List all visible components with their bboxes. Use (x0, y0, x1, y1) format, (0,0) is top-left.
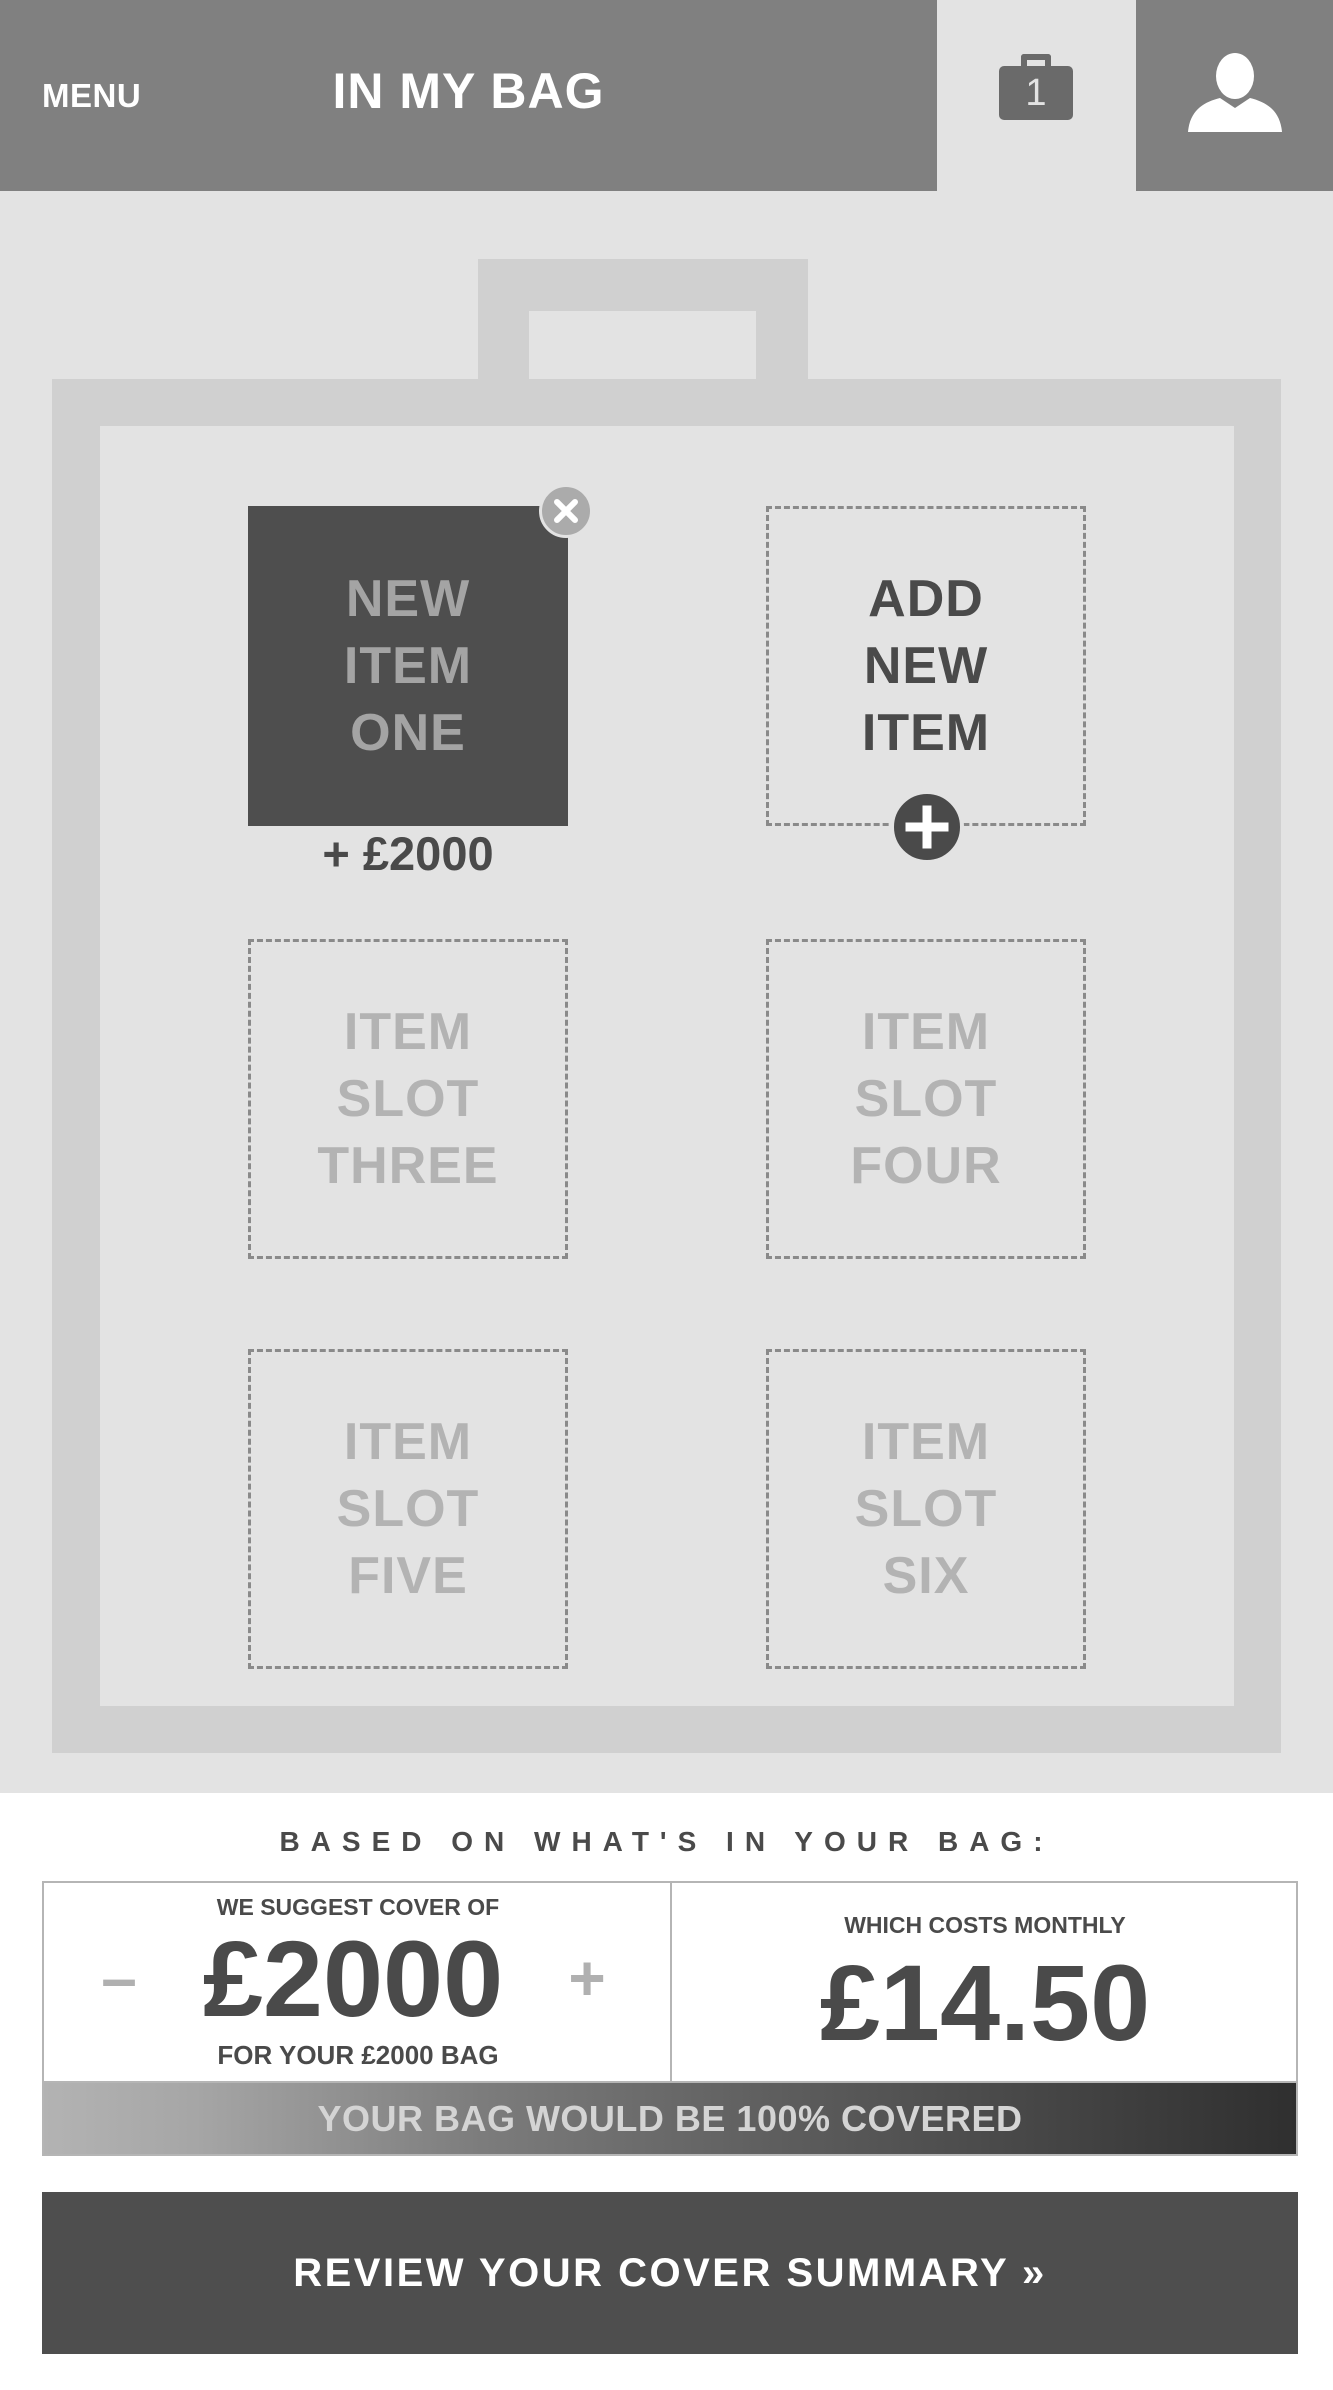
slot-label-line: SLOT (336, 1479, 480, 1538)
review-cover-summary-button[interactable]: REVIEW YOUR COVER SUMMARY » (42, 2192, 1298, 2354)
item-one-price: + £2000 (322, 827, 494, 880)
slot-label-line: THREE (317, 1136, 499, 1195)
item-slot-six[interactable]: ITEM SLOT SIX (766, 1349, 1086, 1669)
item-label-line: ONE (350, 703, 466, 762)
plus-icon (905, 805, 949, 849)
add-new-item-slot[interactable]: ADD NEW ITEM (766, 506, 1086, 826)
slot-label-line: SIX (882, 1546, 970, 1605)
cover-summary-box: WE SUGGEST COVER OF – £2000 + FOR YOUR £… (42, 1881, 1298, 2156)
slot-label-line: ITEM (861, 1412, 991, 1471)
user-account-button[interactable] (1136, 0, 1333, 191)
app-header: MENU IN MY BAG 1 (0, 0, 1333, 191)
add-item-button[interactable] (890, 790, 964, 864)
increase-cover-button[interactable]: + (562, 1943, 612, 2013)
slot-label-line: FOUR (850, 1136, 1002, 1195)
item-slot-three[interactable]: ITEM SLOT THREE (248, 939, 568, 1259)
slot-label-line: ITEM (343, 1002, 473, 1061)
add-label-line: ADD (868, 569, 984, 628)
slot-label-line: ITEM (343, 1412, 473, 1471)
bag-area: NEW ITEM ONE + £2000 ADD NEW ITEM ITEM S… (0, 191, 1333, 1793)
bag-icon: 1 (999, 54, 1073, 120)
page-title: IN MY BAG (332, 63, 605, 119)
close-icon (554, 499, 578, 523)
bag-tab[interactable]: 1 (937, 0, 1136, 191)
slot-label-line: SLOT (336, 1069, 480, 1128)
slot-label-line: ITEM (861, 1002, 991, 1061)
monthly-cost-panel: WHICH COSTS MONTHLY £14.50 (672, 1883, 1298, 2081)
slot-label-line: FIVE (348, 1546, 468, 1605)
costs-label: WHICH COSTS MONTHLY (844, 1912, 1126, 1938)
item-label-line: ITEM (343, 636, 473, 695)
item-slot-four[interactable]: ITEM SLOT FOUR (766, 939, 1086, 1259)
remove-item-button[interactable] (539, 484, 593, 538)
bag-count: 1 (999, 66, 1073, 120)
suggest-label: WE SUGGEST COVER OF (216, 1894, 500, 1920)
item-label-line: NEW (345, 569, 471, 628)
add-label-line: NEW (863, 636, 989, 695)
monthly-cost: £14.50 (819, 1942, 1151, 2063)
add-label-line: ITEM (861, 703, 991, 762)
slot-label-line: SLOT (854, 1479, 998, 1538)
bag-item-one[interactable]: NEW ITEM ONE (248, 506, 568, 826)
item-slot-five[interactable]: ITEM SLOT FIVE (248, 1349, 568, 1669)
slot-label-line: SLOT (854, 1069, 998, 1128)
coverage-text: YOUR BAG WOULD BE 100% COVERED (317, 2098, 1023, 2139)
cover-amount: £2000 (202, 1918, 504, 2039)
decrease-cover-button[interactable]: – (94, 1943, 144, 2013)
bag-value-label: FOR YOUR £2000 BAG (217, 2040, 499, 2070)
coverage-bar: YOUR BAG WOULD BE 100% COVERED (44, 2081, 1296, 2154)
suggested-cover-panel: WE SUGGEST COVER OF – £2000 + FOR YOUR £… (44, 1883, 672, 2081)
user-icon (1188, 53, 1282, 132)
summary-heading: BASED ON WHAT'S IN YOUR BAG: (279, 1826, 1054, 1857)
